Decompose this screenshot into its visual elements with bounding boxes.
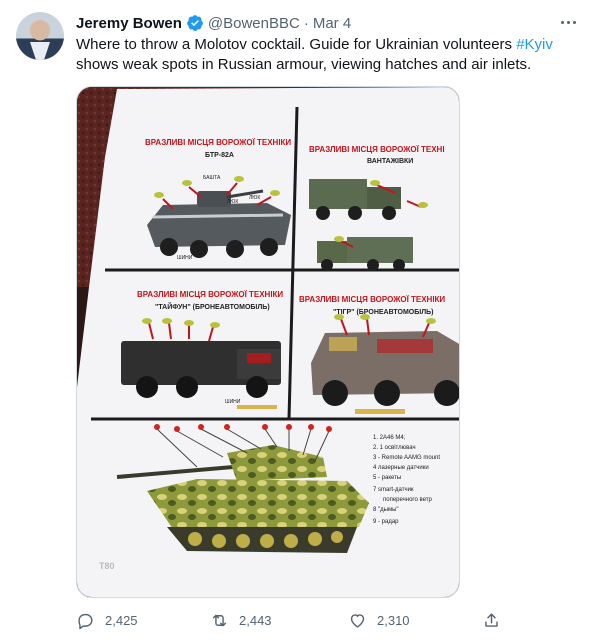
tweet-actions: 2,425 2,443 2,310	[76, 608, 506, 632]
label-lyuk: ЛЮК	[227, 199, 238, 205]
verified-badge-icon	[186, 14, 204, 32]
label-shyny-2: ШИНИ	[225, 399, 241, 405]
tweet-header: Jeremy Bowen @BowenBBC · Mar 4	[76, 13, 351, 33]
reply-count: 2,425	[105, 612, 138, 628]
legend-item: 8 "дымы"	[373, 507, 399, 513]
retweet-icon	[212, 614, 227, 626]
tweet-timestamp[interactable]: Mar 4	[313, 15, 351, 32]
retweet-button[interactable]: 2,443	[210, 608, 272, 632]
legend-item: 2. 1 освітлювач	[373, 445, 416, 451]
tank-label: T80	[99, 561, 115, 571]
label-shyny: ШИНИ	[177, 255, 193, 261]
panel3-title: ВРАЗЛИВІ МІСЦЯ ВОРОЖОЇ ТЕХНІКИ	[137, 290, 283, 299]
panel3-subtitle: "ТАЙФУН" (БРОНЕАВТОМОБІЛЬ)	[155, 302, 270, 311]
retweet-count: 2,443	[239, 612, 272, 628]
tweet-text-part1: Where to throw a Molotov cocktail. Guide…	[76, 36, 517, 53]
panel4-title: ВРАЗЛИВІ МІСЦЯ ВОРОЖОЇ ТЕХНІКИ	[299, 295, 445, 304]
label-bashta: БАШТА	[203, 175, 221, 181]
like-button[interactable]: 2,310	[348, 608, 410, 632]
more-options-icon[interactable]	[556, 10, 580, 34]
legend-item: 4 лазерные датчики	[373, 465, 429, 471]
legend-item: 5 - ракеты	[373, 475, 401, 481]
author-avatar[interactable]	[16, 12, 64, 60]
share-button[interactable]	[482, 608, 501, 632]
label-lyuk-2: ЛЮК	[249, 195, 260, 201]
legend-item: 3 - Remote AAMG mount	[373, 455, 440, 461]
legend-item: 1. 2А46 М4;	[373, 435, 406, 441]
panel4-subtitle: "ТІГР" (БРОНЕАВТОМОБІЛЬ)	[333, 309, 433, 316]
reply-button[interactable]: 2,425	[76, 608, 138, 632]
legend-item: 7 smart-датчик	[373, 487, 414, 493]
author-handle[interactable]: @BowenBBC	[208, 15, 300, 32]
header-separator: ·	[303, 14, 309, 32]
legend-item: поперечного ветр	[383, 497, 432, 503]
like-count: 2,310	[377, 612, 410, 628]
panel2-title: ВРАЗЛИВІ МІСЦЯ ВОРОЖОЇ ТЕХНІ	[309, 145, 445, 154]
legend-item: 9 - радар	[373, 519, 399, 525]
tweet[interactable]: Jeremy Bowen @BowenBBC · Mar 4 Where to …	[0, 0, 598, 642]
panel2-subtitle: ВАНТАЖІВКИ	[367, 158, 413, 165]
tweet-text: Where to throw a Molotov cocktail. Guide…	[76, 35, 576, 75]
poster-image: ВРАЗЛИВІ МІСЦЯ ВОРОЖОЇ ТЕХНІКИ БТР-82А В…	[77, 87, 459, 597]
panel1-title: ВРАЗЛИВІ МІСЦЯ ВОРОЖОЇ ТЕХНІКИ	[145, 138, 291, 147]
hashtag-link[interactable]: #Kyiv	[516, 36, 553, 53]
tweet-photo[interactable]: ВРАЗЛИВІ МІСЦЯ ВОРОЖОЇ ТЕХНІКИ БТР-82А В…	[76, 86, 460, 598]
author-name[interactable]: Jeremy Bowen	[76, 15, 182, 32]
heart-icon	[350, 613, 365, 628]
tweet-text-part2: shows weak spots in Russian armour, view…	[76, 56, 532, 73]
share-icon	[485, 612, 498, 627]
panel1-subtitle: БТР-82А	[205, 152, 234, 159]
reply-icon	[78, 613, 93, 629]
